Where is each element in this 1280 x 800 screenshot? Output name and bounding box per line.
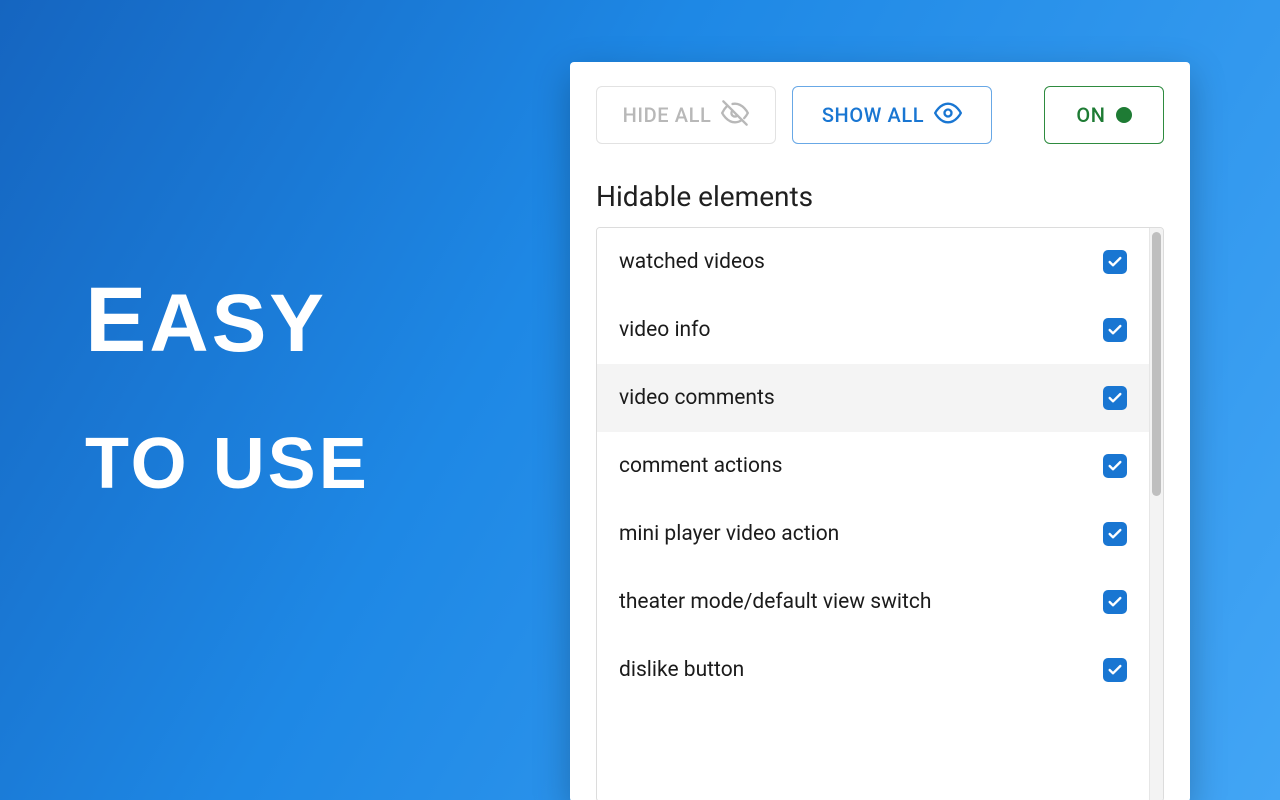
show-all-label: SHOW ALL: [822, 103, 924, 127]
toolbar: HIDE ALL SHOW ALL ON: [596, 86, 1164, 144]
check-icon: [1107, 254, 1123, 270]
headline-line-2: to use: [85, 401, 370, 527]
check-icon: [1107, 322, 1123, 338]
checkbox[interactable]: [1103, 658, 1127, 682]
list-item[interactable]: mini player video action: [597, 500, 1149, 568]
list-item[interactable]: video info: [597, 296, 1149, 364]
checkbox[interactable]: [1103, 522, 1127, 546]
checkbox[interactable]: [1103, 590, 1127, 614]
promo-headline: Easy to use: [85, 240, 370, 527]
check-icon: [1107, 458, 1123, 474]
check-icon: [1107, 526, 1123, 542]
checkbox[interactable]: [1103, 250, 1127, 274]
check-icon: [1107, 390, 1123, 406]
on-toggle-button[interactable]: ON: [1044, 86, 1164, 144]
eye-off-icon: [721, 99, 749, 132]
list-item-label: comment actions: [619, 454, 782, 478]
list-item[interactable]: comment actions: [597, 432, 1149, 500]
checkbox[interactable]: [1103, 454, 1127, 478]
extension-popup-panel: HIDE ALL SHOW ALL ON: [570, 62, 1190, 800]
elements-list: watched videos video info video comments co…: [597, 228, 1149, 800]
list-item[interactable]: watched videos: [597, 228, 1149, 296]
list-item[interactable]: dislike button: [597, 636, 1149, 704]
list-item[interactable]: theater mode/default view switch: [597, 568, 1149, 636]
check-icon: [1107, 662, 1123, 678]
show-all-button[interactable]: SHOW ALL: [792, 86, 992, 144]
on-toggle-label: ON: [1076, 103, 1105, 127]
check-icon: [1107, 594, 1123, 610]
section-title: Hidable elements: [596, 180, 1164, 213]
list-item-label: video info: [619, 318, 710, 342]
list-item[interactable]: video comments: [597, 364, 1149, 432]
hide-all-label: HIDE ALL: [623, 103, 712, 127]
eye-icon: [934, 99, 962, 132]
headline-line-1: Easy: [85, 240, 370, 401]
list-item-label: mini player video action: [619, 522, 839, 546]
hide-all-button[interactable]: HIDE ALL: [596, 86, 776, 144]
list-item-label: video comments: [619, 386, 775, 410]
status-dot-icon: [1116, 107, 1132, 123]
list-item-label: watched videos: [619, 250, 765, 274]
checkbox[interactable]: [1103, 386, 1127, 410]
list-item-label: dislike button: [619, 658, 744, 682]
elements-list-container: watched videos video info video comments co…: [596, 227, 1164, 800]
scrollbar[interactable]: [1149, 228, 1163, 800]
scrollbar-thumb[interactable]: [1152, 232, 1161, 496]
checkbox[interactable]: [1103, 318, 1127, 342]
list-item-label: theater mode/default view switch: [619, 590, 931, 614]
